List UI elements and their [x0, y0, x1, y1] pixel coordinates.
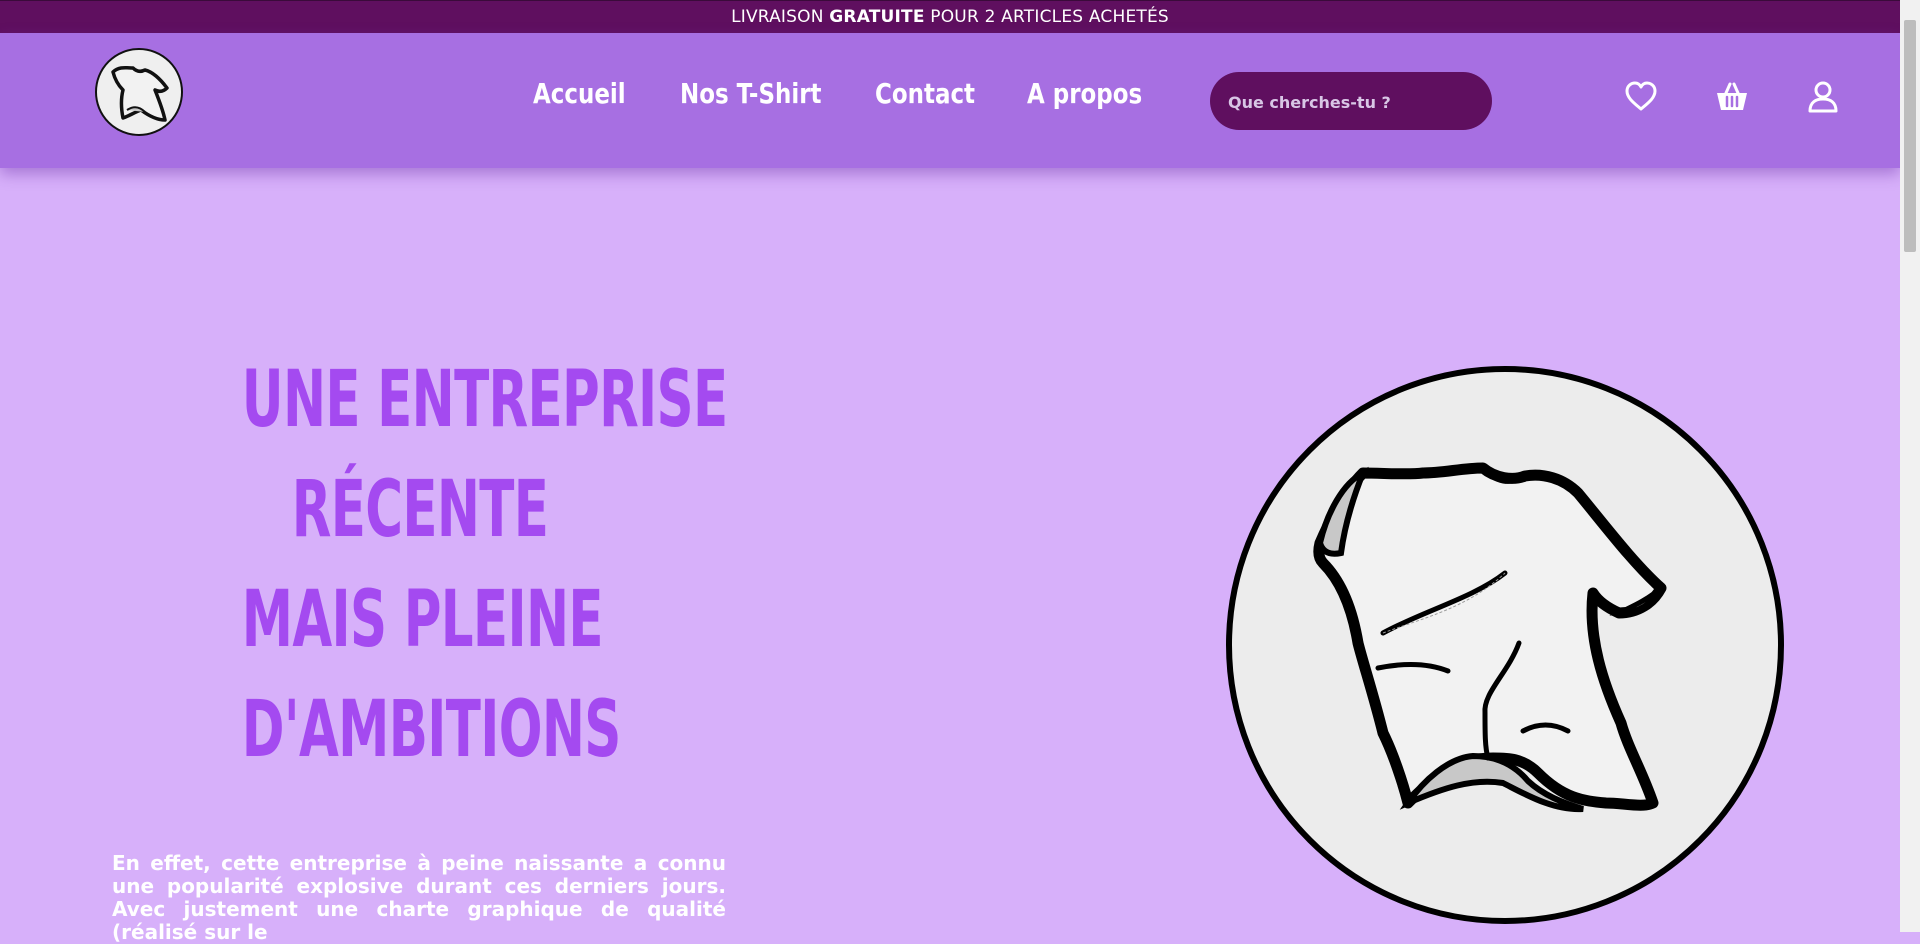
tshirt-illustration	[1226, 366, 1784, 924]
nav-nos-tshirt[interactable]: Nos T-Shirt	[680, 77, 822, 111]
nav-a-propos[interactable]: A propos	[1027, 77, 1142, 111]
logo[interactable]	[95, 48, 183, 136]
scrollbar[interactable]	[1900, 0, 1920, 932]
hero-title-line: MAIS PLEINE	[241, 575, 604, 665]
nav-accueil[interactable]: Accueil	[533, 77, 626, 111]
hero-paragraph: En effet, cette entreprise à peine naiss…	[112, 851, 726, 944]
nav-contact[interactable]: Contact	[875, 77, 975, 111]
user-icon[interactable]	[1806, 80, 1840, 114]
announcement-bar: LIVRAISON GRATUITE POUR 2 ARTICLES ACHET…	[0, 0, 1900, 33]
hero-title-line: RÉCENTE	[291, 465, 549, 555]
basket-icon[interactable]	[1715, 80, 1749, 114]
scrollbar-thumb[interactable]	[1904, 20, 1916, 252]
hero-title: UNE ENTREPRISE RÉCENTE MAIS PLEINE D'AMB…	[241, 345, 728, 785]
announcement-prefix: LIVRAISON	[731, 7, 830, 27]
tshirt-logo-icon	[111, 65, 169, 122]
hero-title-line: D'AMBITIONS	[241, 685, 622, 775]
search-input[interactable]	[1226, 72, 1480, 132]
announcement-highlight: GRATUITE	[829, 7, 925, 27]
announcement-suffix: POUR 2 ARTICLES ACHETÉS	[924, 7, 1169, 27]
site-header: Accueil Nos T-Shirt Contact A propos	[0, 33, 1900, 168]
hero-title-line: UNE ENTREPRISE	[241, 355, 728, 445]
search-box	[1210, 72, 1492, 132]
heart-icon[interactable]	[1624, 80, 1658, 114]
